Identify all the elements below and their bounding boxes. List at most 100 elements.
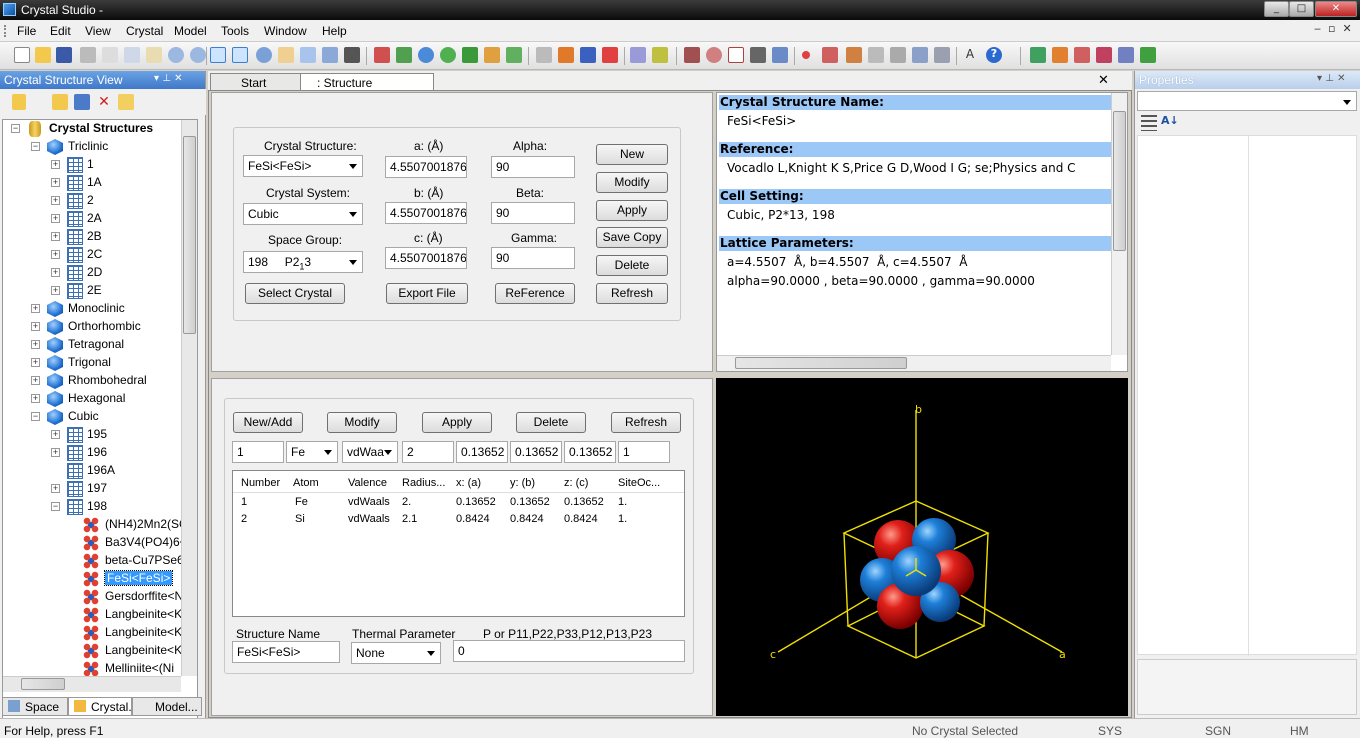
fit-icon[interactable] (322, 47, 338, 63)
close-button[interactable]: ✕ (1315, 1, 1357, 17)
open-icon[interactable] (52, 94, 68, 110)
delete-button[interactable]: Delete (596, 255, 668, 276)
menu-edit[interactable]: Edit (50, 24, 71, 38)
select-tool-icon[interactable] (210, 47, 226, 63)
thermal-parameter-select[interactable]: None (351, 642, 441, 664)
mdi-min-icon[interactable]: ‒ (1314, 22, 1321, 35)
delete-atom-button[interactable]: Delete (516, 412, 586, 433)
tree-hscrollbar[interactable] (3, 676, 181, 692)
beta-input[interactable]: 90 (491, 202, 575, 224)
bond-tool-icon[interactable] (558, 47, 574, 63)
atom-number-input[interactable]: 1 (232, 441, 284, 463)
matrix-icon[interactable] (750, 47, 766, 63)
maximize-button[interactable]: □ (1289, 1, 1314, 17)
copy-icon[interactable] (124, 47, 140, 63)
atoms-icon[interactable] (374, 47, 390, 63)
atom-z-input[interactable]: 0.13652 (564, 441, 616, 463)
tile-icon[interactable] (912, 47, 928, 63)
table-row[interactable]: 1 Fe vdWaals 2. 0.13652 0.13652 0.13652 … (233, 496, 684, 513)
plane-icon[interactable] (630, 47, 646, 63)
gamma-input[interactable]: 90 (491, 247, 575, 269)
save-copy-button[interactable]: Save Copy (596, 227, 668, 248)
collapse-icon[interactable]: − (11, 124, 20, 133)
sphere-icon[interactable] (418, 47, 434, 63)
crystal-system-select[interactable]: Cubic (243, 203, 363, 225)
open-folder-icon[interactable] (35, 47, 51, 63)
menu-model[interactable]: Model (174, 24, 207, 38)
col-valence[interactable]: Valence (348, 477, 387, 489)
mdi-restore-icon[interactable]: ▫ (1328, 22, 1335, 35)
new-doc-icon[interactable] (14, 47, 30, 63)
atom-radius-input[interactable]: 2 (402, 441, 454, 463)
new-button[interactable]: New (596, 144, 668, 165)
zoom-icon[interactable] (300, 47, 316, 63)
pan-icon[interactable] (278, 47, 294, 63)
categorized-icon[interactable] (1141, 115, 1157, 131)
menu-crystal[interactable]: Crystal (126, 24, 163, 38)
grid-icon[interactable] (652, 47, 668, 63)
tool-c-icon[interactable] (1074, 47, 1090, 63)
refresh-model-icon[interactable] (440, 47, 456, 63)
menu-view[interactable]: View (85, 24, 111, 38)
tool-e-icon[interactable] (1118, 47, 1134, 63)
sort-icon[interactable] (12, 94, 26, 110)
table-icon[interactable] (74, 94, 90, 110)
find-icon[interactable] (344, 47, 360, 63)
tree-vscrollbar[interactable] (181, 120, 197, 676)
crystal-3d-viewer[interactable]: b a c (716, 378, 1128, 716)
alpha-input[interactable]: 90 (491, 156, 575, 178)
b-input[interactable]: 4.55070018768 (385, 202, 467, 224)
cut-icon[interactable] (102, 47, 118, 63)
window-icon[interactable] (868, 47, 884, 63)
redo-icon[interactable] (190, 47, 206, 63)
tab-structure-database[interactable]: : Structure Database (300, 73, 434, 104)
menu-window[interactable]: Window (264, 24, 307, 38)
tool-d-icon[interactable] (1096, 47, 1112, 63)
save-icon[interactable] (56, 47, 72, 63)
new-add-atom-button[interactable]: New/Add (233, 412, 303, 433)
table-row[interactable]: 2 Si vdWaals 2.1 0.8424 0.8424 0.8424 1. (233, 513, 684, 530)
col-y[interactable]: y: (b) (510, 477, 535, 489)
p-parameters-input[interactable]: 0 (453, 640, 685, 662)
bonds-icon[interactable] (396, 47, 412, 63)
help-icon[interactable]: ? (986, 47, 1002, 63)
reference-button[interactable]: ReFerence (495, 283, 575, 304)
polyhedra-icon[interactable] (462, 47, 478, 63)
col-atom[interactable]: Atom (293, 477, 319, 489)
tool-a-icon[interactable] (1030, 47, 1046, 63)
a-input[interactable]: 4.55070018768 (385, 156, 467, 178)
tab-start-page[interactable]: Start Page (210, 73, 304, 104)
select-crystal-button[interactable]: Select Crystal (245, 283, 345, 304)
col-site-occupancy[interactable]: SiteOc... (618, 477, 660, 489)
col-x[interactable]: x: (a) (456, 477, 481, 489)
target-icon[interactable] (706, 47, 722, 63)
unit-cell-icon[interactable] (602, 47, 618, 63)
apply-button[interactable]: Apply (596, 200, 668, 221)
properties-pin-icon[interactable]: ▾ ⊥ ✕ (1317, 73, 1345, 84)
record-icon[interactable] (802, 51, 810, 59)
atom-valence-select[interactable]: vdWaa (342, 441, 398, 463)
menu-help[interactable]: Help (322, 24, 347, 38)
tree-scroll-thumb[interactable] (183, 136, 196, 334)
crystal-icon[interactable] (506, 47, 522, 63)
atom-x-input[interactable]: 0.13652 (456, 441, 508, 463)
mdi-close-icon[interactable]: ✕ (1342, 22, 1351, 35)
modify-button[interactable]: Modify (596, 172, 668, 193)
paste-icon[interactable] (146, 47, 162, 63)
info-hscrollbar[interactable] (717, 355, 1111, 371)
properties-object-select[interactable] (1137, 91, 1357, 111)
text-icon[interactable]: A (962, 47, 978, 63)
undo-icon[interactable] (168, 47, 184, 63)
print-icon[interactable] (80, 47, 96, 63)
pane-pin-icon[interactable]: ▾ ⊥ ✕ (154, 73, 182, 84)
close-doc-icon[interactable]: ✕ (1098, 73, 1109, 88)
refresh-button[interactable]: Refresh (596, 283, 668, 304)
export-file-button[interactable]: Export File (386, 283, 468, 304)
atom-occupancy-input[interactable]: 1 (618, 441, 670, 463)
c-input[interactable]: 4.55070018768 (385, 247, 467, 269)
apply-atom-button[interactable]: Apply (422, 412, 492, 433)
list-icon[interactable] (536, 47, 552, 63)
menu-tools[interactable]: Tools (221, 24, 249, 38)
pause-icon[interactable] (822, 47, 838, 63)
chart-icon[interactable] (728, 47, 744, 63)
